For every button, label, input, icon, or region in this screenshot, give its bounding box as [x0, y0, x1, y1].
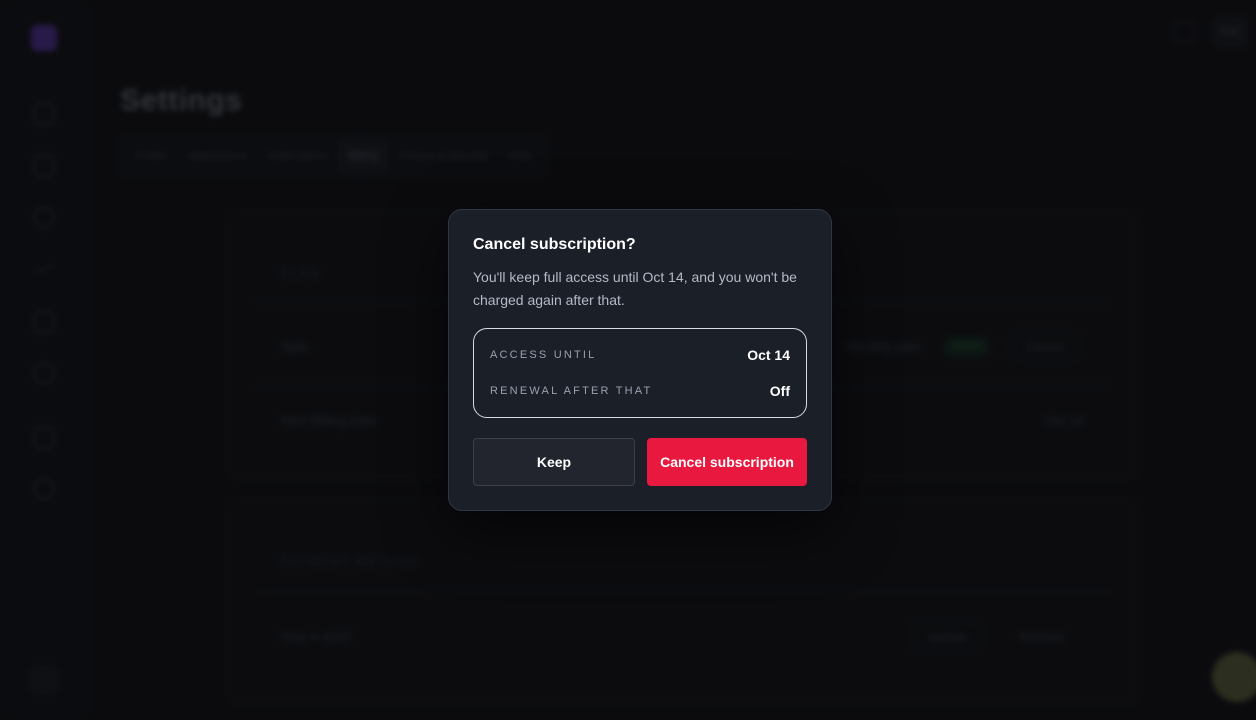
confirm-cancel-button[interactable]: Cancel subscription [647, 438, 807, 486]
dialog-body: You'll keep full access until Oct 14, an… [473, 269, 797, 308]
keep-button[interactable]: Keep [473, 438, 635, 486]
access-until-label: ACCESS UNTIL [490, 349, 597, 361]
access-until-row: ACCESS UNTIL Oct 14 [490, 345, 790, 365]
dialog-title: Cancel subscription? [473, 236, 636, 253]
access-until-value: Oct 14 [747, 347, 790, 363]
subscription-summary: ACCESS UNTIL Oct 14 RENEWAL AFTER THAT O… [473, 328, 807, 418]
app-root: MM Settings Profile Appearance Notificat… [0, 0, 1256, 720]
renewal-row: RENEWAL AFTER THAT Off [490, 381, 790, 401]
renewal-label: RENEWAL AFTER THAT [490, 385, 653, 397]
cancel-subscription-dialog: Cancel subscription? You'll keep full ac… [448, 209, 832, 511]
renewal-value: Off [769, 383, 790, 399]
